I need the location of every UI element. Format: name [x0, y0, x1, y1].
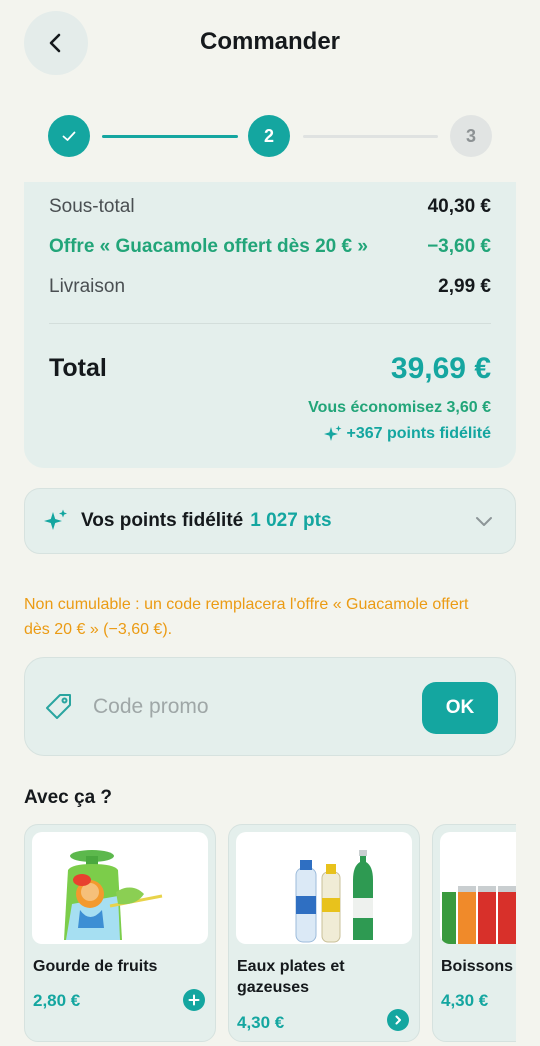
- page-title: Commander: [199, 28, 341, 55]
- step-3-pending: 3: [450, 115, 492, 157]
- loyalty-points-value: 1 027 pts: [250, 510, 332, 531]
- product-card-fruit-pouch[interactable]: Gourde de fruits 2,80 €: [24, 824, 216, 1042]
- step-2-current: 2: [248, 115, 290, 157]
- order-summary-card: Sous-total 40,30 € Offre « Guacamole off…: [24, 182, 516, 468]
- product-name: Gourde de fruits: [33, 958, 158, 975]
- add-to-cart-button[interactable]: [183, 989, 205, 1011]
- summary-divider: [49, 323, 491, 324]
- suggestions-carousel[interactable]: Gourde de fruits 2,80 € Eaux plates et g…: [24, 824, 516, 1046]
- delivery-row: Livraison 2,99 €: [49, 276, 491, 298]
- product-image-fruit-pouch: [32, 832, 208, 944]
- sparkles-icon: [44, 509, 67, 530]
- product-name: Boissons: [441, 958, 514, 975]
- product-card-waters[interactable]: Eaux plates et gazeuses 4,30 €: [228, 824, 420, 1042]
- sparkles-icon: [323, 425, 342, 441]
- product-image-drinks: [440, 832, 516, 944]
- total-value: 39,69 €: [390, 352, 491, 385]
- product-image-waters: [236, 832, 412, 944]
- loyalty-label: Vos points fidélité: [81, 510, 244, 531]
- offer-label: Offre « Guacamole offert dès 20 € »: [49, 236, 368, 257]
- tag-icon: [46, 694, 71, 719]
- delivery-label: Livraison: [49, 276, 126, 297]
- subtotal-label: Sous-total: [49, 196, 135, 217]
- suggestions-title: Avec ça ?: [24, 787, 113, 808]
- chevron-right-icon: [395, 1015, 401, 1025]
- subtotal-row: Sous-total 40,30 €: [49, 196, 491, 218]
- promo-code-input[interactable]: Code promo: [43, 682, 413, 732]
- promo-code-placeholder: Code promo: [93, 695, 209, 718]
- plus-icon: [188, 994, 200, 1006]
- product-name: Eaux plates et gazeuses: [237, 958, 345, 996]
- product-price: 2,80 €: [33, 991, 81, 1010]
- header: Commander: [0, 0, 540, 90]
- savings-text: Vous économisez 3,60 €: [308, 399, 491, 416]
- delivery-value: 2,99 €: [438, 276, 491, 297]
- points-earned-label: +367 points fidélité: [346, 425, 491, 442]
- product-price: 4,30 €: [237, 1013, 285, 1032]
- loyalty-points-dropdown[interactable]: Vos points fidélité 1 027 pts: [24, 488, 516, 554]
- step-1-completed[interactable]: [48, 115, 90, 157]
- offer-row: Offre « Guacamole offert dès 20 € » −3,6…: [49, 236, 491, 258]
- total-label: Total: [49, 354, 107, 382]
- chevron-down-icon: [476, 517, 492, 526]
- step-connector-pending: [303, 135, 438, 138]
- non-cumulative-warning: Non cumulable : un code remplacera l'off…: [24, 596, 469, 638]
- offer-value: −3,60 €: [427, 236, 491, 257]
- view-category-button[interactable]: [387, 1009, 409, 1031]
- promo-code-card: Code promo OK: [24, 657, 516, 756]
- step-connector-done: [102, 135, 238, 138]
- promo-ok-button[interactable]: OK: [422, 682, 498, 734]
- check-icon: [62, 131, 76, 141]
- subtotal-value: 40,30 €: [427, 196, 491, 217]
- product-price: 4,30 €: [441, 991, 489, 1010]
- product-card-drinks[interactable]: Boissons 4,30 €: [432, 824, 516, 1042]
- checkout-stepper: 2 3: [48, 115, 492, 159]
- points-earned: +367 points fidélité: [323, 424, 491, 444]
